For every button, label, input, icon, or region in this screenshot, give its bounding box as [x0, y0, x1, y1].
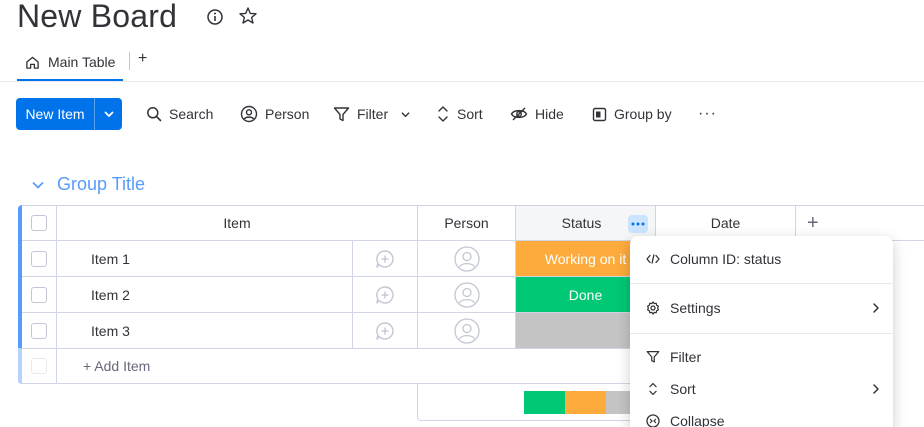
- gear-icon: [646, 301, 660, 315]
- collapse-group-icon[interactable]: [30, 177, 46, 193]
- chevron-down-icon: [103, 108, 115, 120]
- search-label: Search: [169, 106, 214, 122]
- menu-divider: [630, 333, 893, 334]
- menu-item-label: Settings: [670, 300, 721, 316]
- menu-item-collapse[interactable]: Collapse: [646, 411, 881, 427]
- column-menu-button[interactable]: [628, 215, 648, 233]
- add-item-input[interactable]: + Add Item: [57, 349, 657, 384]
- search-icon: [146, 106, 162, 122]
- board-title[interactable]: New Board: [17, 0, 177, 35]
- status-header-label: Status: [561, 215, 602, 231]
- group-title[interactable]: Group Title: [57, 174, 145, 195]
- menu-item-sort[interactable]: Sort: [646, 379, 881, 399]
- filter-icon: [646, 350, 660, 364]
- menu-item-settings[interactable]: Settings: [646, 298, 881, 318]
- group-by-icon: [592, 107, 607, 122]
- item-name-cell[interactable]: Item 1: [57, 241, 353, 277]
- empty-avatar-icon: [453, 245, 480, 272]
- home-icon: [25, 55, 40, 70]
- row-select-cell: [22, 313, 57, 349]
- summary-segment-working: [565, 391, 606, 414]
- info-icon[interactable]: [206, 8, 224, 26]
- person-filter-button[interactable]: Person: [240, 98, 309, 130]
- item-name-cell[interactable]: Item 3: [57, 313, 353, 349]
- collapse-icon: [646, 414, 660, 427]
- empty-avatar-icon: [453, 317, 480, 344]
- group-by-button[interactable]: Group by: [592, 98, 672, 130]
- filter-icon: [333, 106, 350, 123]
- person-icon: [240, 105, 258, 123]
- row-select-cell: [22, 241, 57, 277]
- person-label: Person: [265, 106, 310, 122]
- group-by-label: Group by: [614, 106, 672, 122]
- menu-item-label: Filter: [670, 349, 702, 365]
- select-all-cell: [22, 205, 57, 241]
- status-summary-bar[interactable]: [524, 391, 647, 414]
- menu-item-label: Column ID: status: [670, 251, 782, 267]
- chevron-right-icon: [871, 302, 881, 314]
- chevron-right-icon: [871, 383, 881, 395]
- more-dots-icon: [631, 222, 645, 226]
- summary-segment-done: [524, 391, 565, 414]
- tabs-divider: [0, 81, 924, 82]
- sort-label: Sort: [457, 106, 483, 122]
- tab-label: Main Table: [48, 54, 116, 70]
- updates-cell[interactable]: [353, 313, 418, 349]
- filter-label: Filter: [357, 106, 389, 122]
- eye-off-icon: [510, 106, 528, 122]
- new-item-label[interactable]: New Item: [16, 98, 95, 130]
- item-name-cell[interactable]: Item 2: [57, 277, 353, 313]
- add-row-checkbox: [31, 358, 47, 374]
- updates-cell[interactable]: [353, 241, 418, 277]
- updates-cell[interactable]: [353, 277, 418, 313]
- select-all-checkbox[interactable]: [31, 215, 47, 231]
- add-row-select-cell: [22, 349, 57, 384]
- menu-divider: [630, 283, 893, 284]
- tab-main-table[interactable]: Main Table: [17, 45, 124, 81]
- menu-item-column-id[interactable]: Column ID: status: [646, 249, 881, 269]
- menu-item-filter[interactable]: Filter: [646, 347, 881, 367]
- sort-icon: [436, 105, 450, 123]
- menu-item-label: Collapse: [670, 413, 725, 427]
- person-cell[interactable]: [418, 241, 516, 277]
- column-context-menu: Column ID: status Settings Filter Sort C…: [630, 236, 893, 427]
- person-cell[interactable]: [418, 313, 516, 349]
- add-update-icon: [375, 285, 395, 305]
- add-update-icon: [375, 321, 395, 341]
- add-update-icon: [375, 249, 395, 269]
- new-item-button[interactable]: New Item: [16, 98, 122, 130]
- row-checkbox[interactable]: [31, 286, 47, 303]
- search-button[interactable]: Search: [146, 98, 213, 130]
- menu-item-label: Sort: [670, 381, 696, 397]
- sort-icon: [646, 382, 660, 396]
- row-select-cell: [22, 277, 57, 313]
- column-header-person[interactable]: Person: [418, 205, 516, 241]
- sort-button[interactable]: Sort: [436, 98, 483, 130]
- chevron-down-icon[interactable]: [400, 109, 411, 120]
- row-checkbox[interactable]: [31, 322, 47, 339]
- person-cell[interactable]: [418, 277, 516, 313]
- tab-divider: [129, 52, 130, 70]
- star-icon[interactable]: [238, 6, 258, 26]
- hide-label: Hide: [535, 106, 564, 122]
- add-tab-button[interactable]: +: [138, 50, 147, 68]
- more-options-button[interactable]: ···: [698, 98, 717, 130]
- hide-button[interactable]: Hide: [510, 98, 564, 130]
- code-icon: [646, 252, 660, 266]
- empty-avatar-icon: [453, 281, 480, 308]
- row-checkbox[interactable]: [31, 250, 47, 267]
- filter-button[interactable]: Filter: [333, 98, 411, 130]
- new-item-dropdown[interactable]: [95, 98, 122, 130]
- column-header-item[interactable]: Item: [57, 205, 418, 241]
